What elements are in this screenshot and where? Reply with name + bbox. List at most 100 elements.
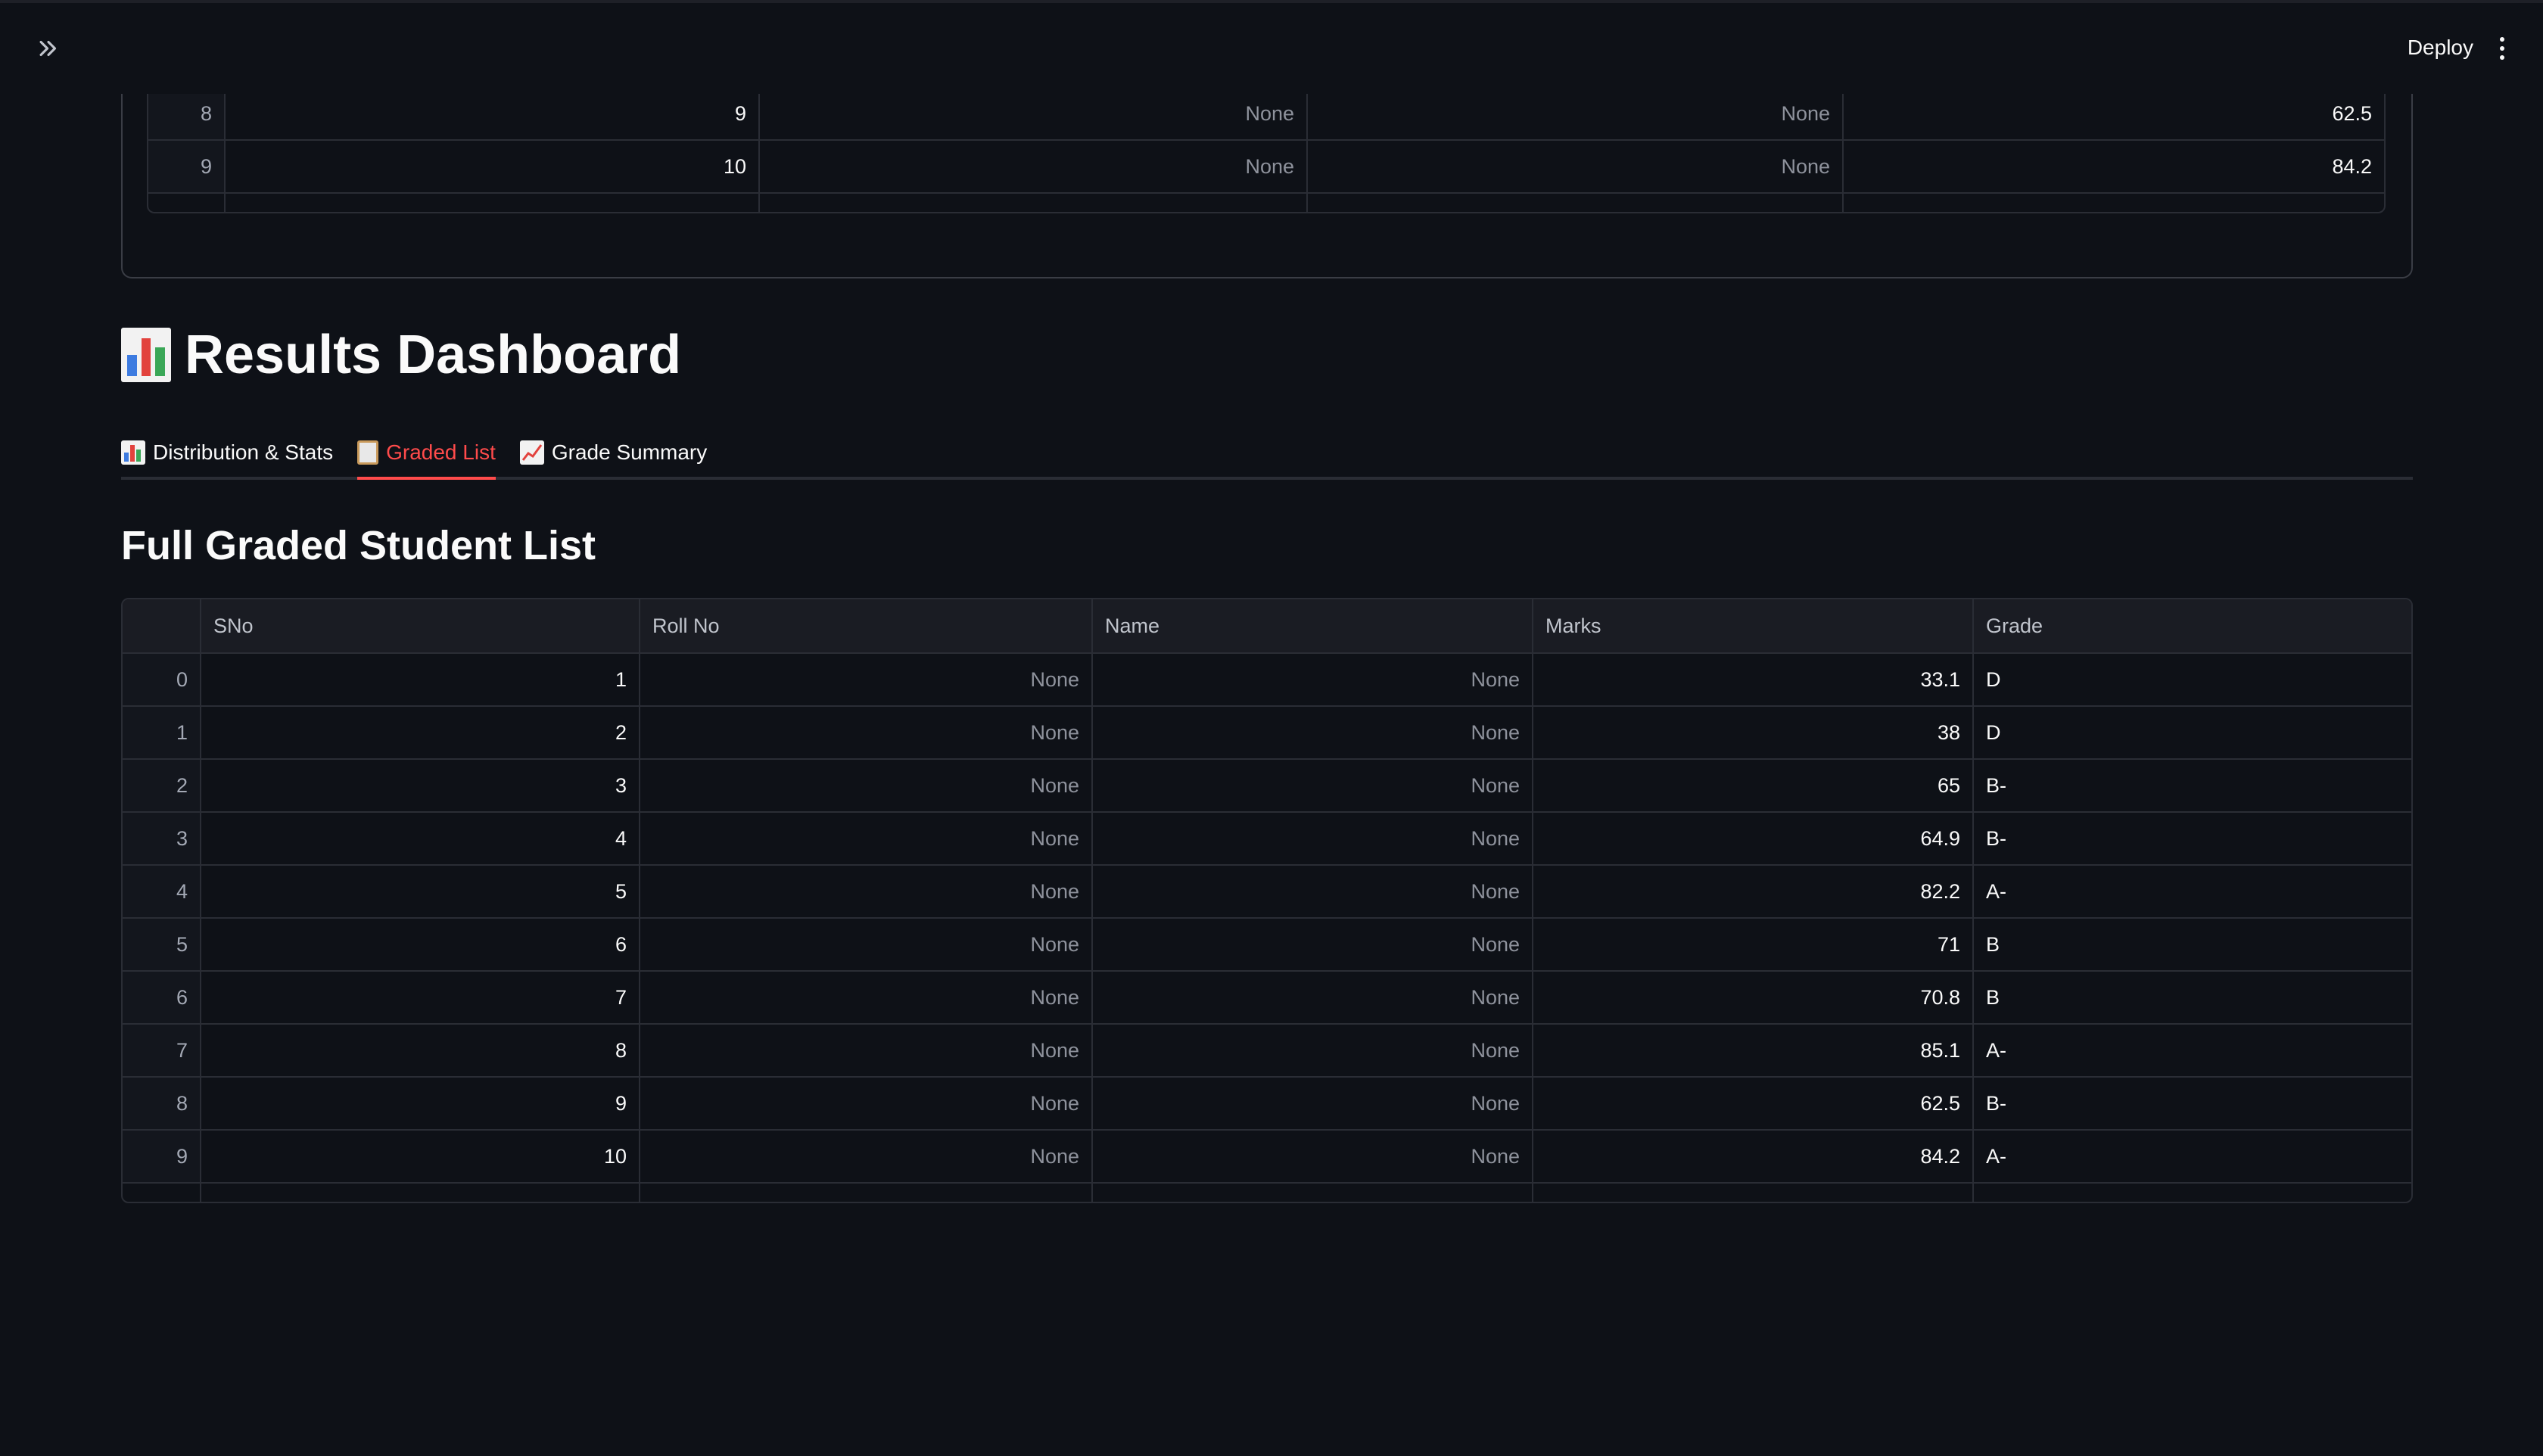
tab-label: Graded List [386,440,496,464]
table-cell-name[interactable]: None [1091,1131,1532,1182]
table-cell-roll[interactable]: None [758,94,1306,139]
table-cell-roll[interactable]: None [639,1078,1091,1129]
graded-student-table[interactable]: SNo Roll No Name Marks Grade 0 1 None None 33.1 D 1… [121,598,2413,1203]
table-cell-idx[interactable]: 0 [123,654,200,705]
table-cell-name[interactable]: None [1091,1078,1532,1129]
table-cell-idx[interactable]: 9 [148,141,224,192]
table-row[interactable]: 7 8 None None 85.1 A- [123,1023,2411,1076]
table-cell-sno[interactable]: 7 [200,972,639,1023]
table-cell-grade[interactable]: D [1972,654,2411,705]
table-header-sno[interactable]: SNo [200,599,639,652]
main-menu-button[interactable] [2487,30,2517,67]
table-cell-sno[interactable]: 8 [200,1025,639,1076]
table-cell-marks[interactable]: 84.2 [1532,1131,1972,1182]
table-cell-grade[interactable]: B [1972,919,2411,970]
table-cell-idx[interactable]: 1 [123,707,200,758]
table-cell-grade[interactable]: B- [1972,760,2411,811]
table-cell-grade[interactable]: A- [1972,1025,2411,1076]
table-header-index[interactable] [123,599,200,652]
table-header-row: SNo Roll No Name Marks Grade [123,599,2411,652]
table-cell-idx[interactable]: 2 [123,760,200,811]
table-cell-grade[interactable]: D [1972,707,2411,758]
table-cell-name[interactable]: None [1091,919,1532,970]
table-cell-roll[interactable]: None [639,866,1091,917]
table-cell-sno[interactable]: 9 [224,94,758,139]
table-cell-marks[interactable]: 64.9 [1532,813,1972,864]
tab-distribution-stats[interactable]: Distribution & Stats [121,428,333,477]
table-cell-marks[interactable]: 71 [1532,919,1972,970]
table-row[interactable]: 9 10 None None 84.2 [148,139,2384,192]
table-cell-grade[interactable]: B [1972,972,2411,1023]
table-cell-name[interactable]: None [1306,94,1842,139]
table-row[interactable]: 0 1 None None 33.1 D [123,652,2411,705]
table-row-spacer [148,192,2384,212]
table-cell-grade[interactable]: B- [1972,813,2411,864]
table-cell-marks[interactable]: 65 [1532,760,1972,811]
table-row[interactable]: 8 9 None None 62.5 [148,94,2384,139]
table-cell-idx[interactable]: 8 [123,1078,200,1129]
table-cell-roll[interactable]: None [639,1131,1091,1182]
table-cell-name[interactable]: None [1091,707,1532,758]
table-cell-sno[interactable]: 10 [200,1131,639,1182]
table-cell-idx[interactable]: 3 [123,813,200,864]
table-cell-roll[interactable]: None [639,707,1091,758]
table-cell-sno[interactable]: 10 [224,141,758,192]
table-cell-marks[interactable]: 62.5 [1532,1078,1972,1129]
table-cell-roll[interactable]: None [639,1025,1091,1076]
table-header-roll-no[interactable]: Roll No [639,599,1091,652]
table-cell-sno[interactable]: 4 [200,813,639,864]
table-cell-roll[interactable]: None [758,141,1306,192]
table-cell-marks[interactable]: 33.1 [1532,654,1972,705]
table-row[interactable]: 1 2 None None 38 D [123,705,2411,758]
table-header-name[interactable]: Name [1091,599,1532,652]
table-cell-marks[interactable]: 62.5 [1842,94,2384,139]
table-cell-marks[interactable]: 38 [1532,707,1972,758]
table-cell-name[interactable]: None [1091,866,1532,917]
table-cell-idx[interactable]: 6 [123,972,200,1023]
table-cell-roll[interactable]: None [639,760,1091,811]
table-cell-grade[interactable]: B- [1972,1078,2411,1129]
table-row-spacer [123,1182,2411,1202]
tab-graded-list[interactable]: Graded List [357,428,496,480]
table-cell-idx[interactable]: 8 [148,94,224,139]
table-cell-idx[interactable]: 7 [123,1025,200,1076]
table-cell-grade[interactable]: A- [1972,866,2411,917]
table-cell-marks[interactable]: 82.2 [1532,866,1972,917]
table-row[interactable]: 8 9 None None 62.5 B- [123,1076,2411,1129]
table-cell-sno[interactable]: 1 [200,654,639,705]
table-row[interactable]: 9 10 None None 84.2 A- [123,1129,2411,1182]
table-cell-roll[interactable]: None [639,654,1091,705]
table-row[interactable]: 4 5 None None 82.2 A- [123,864,2411,917]
table-row[interactable]: 5 6 None None 71 B [123,917,2411,970]
table-cell-sno[interactable]: 2 [200,707,639,758]
table-cell-roll[interactable]: None [639,813,1091,864]
table-cell-sno[interactable]: 9 [200,1078,639,1129]
table-cell-roll[interactable]: None [639,919,1091,970]
table-row[interactable]: 6 7 None None 70.8 B [123,970,2411,1023]
table-cell-sno[interactable]: 3 [200,760,639,811]
table-cell-sno[interactable]: 5 [200,866,639,917]
table-cell-idx[interactable]: 4 [123,866,200,917]
table-cell-marks[interactable]: 84.2 [1842,141,2384,192]
table-cell-name[interactable]: None [1091,972,1532,1023]
table-cell-idx[interactable]: 9 [123,1131,200,1182]
table-header-grade[interactable]: Grade [1972,599,2411,652]
table-cell-marks[interactable]: 70.8 [1532,972,1972,1023]
table-cell-name[interactable]: None [1306,141,1842,192]
table-cell-roll[interactable]: None [639,972,1091,1023]
expand-sidebar-button[interactable] [30,30,67,67]
table-row[interactable]: 3 4 None None 64.9 B- [123,811,2411,864]
table-row[interactable]: 2 3 None None 65 B- [123,758,2411,811]
table-cell-idx[interactable]: 5 [123,919,200,970]
table-cell-marks[interactable]: 85.1 [1532,1025,1972,1076]
table-cell-name[interactable]: None [1091,813,1532,864]
deploy-button[interactable]: Deploy [2408,29,2473,67]
table-cell-sno[interactable]: 6 [200,919,639,970]
table-cell-name[interactable]: None [1091,1025,1532,1076]
table-cell-name[interactable]: None [1091,760,1532,811]
table-cell-name[interactable]: None [1091,654,1532,705]
bar-chart-icon [121,328,171,382]
tab-grade-summary[interactable]: Grade Summary [519,428,707,477]
table-header-marks[interactable]: Marks [1532,599,1972,652]
table-cell-grade[interactable]: A- [1972,1131,2411,1182]
